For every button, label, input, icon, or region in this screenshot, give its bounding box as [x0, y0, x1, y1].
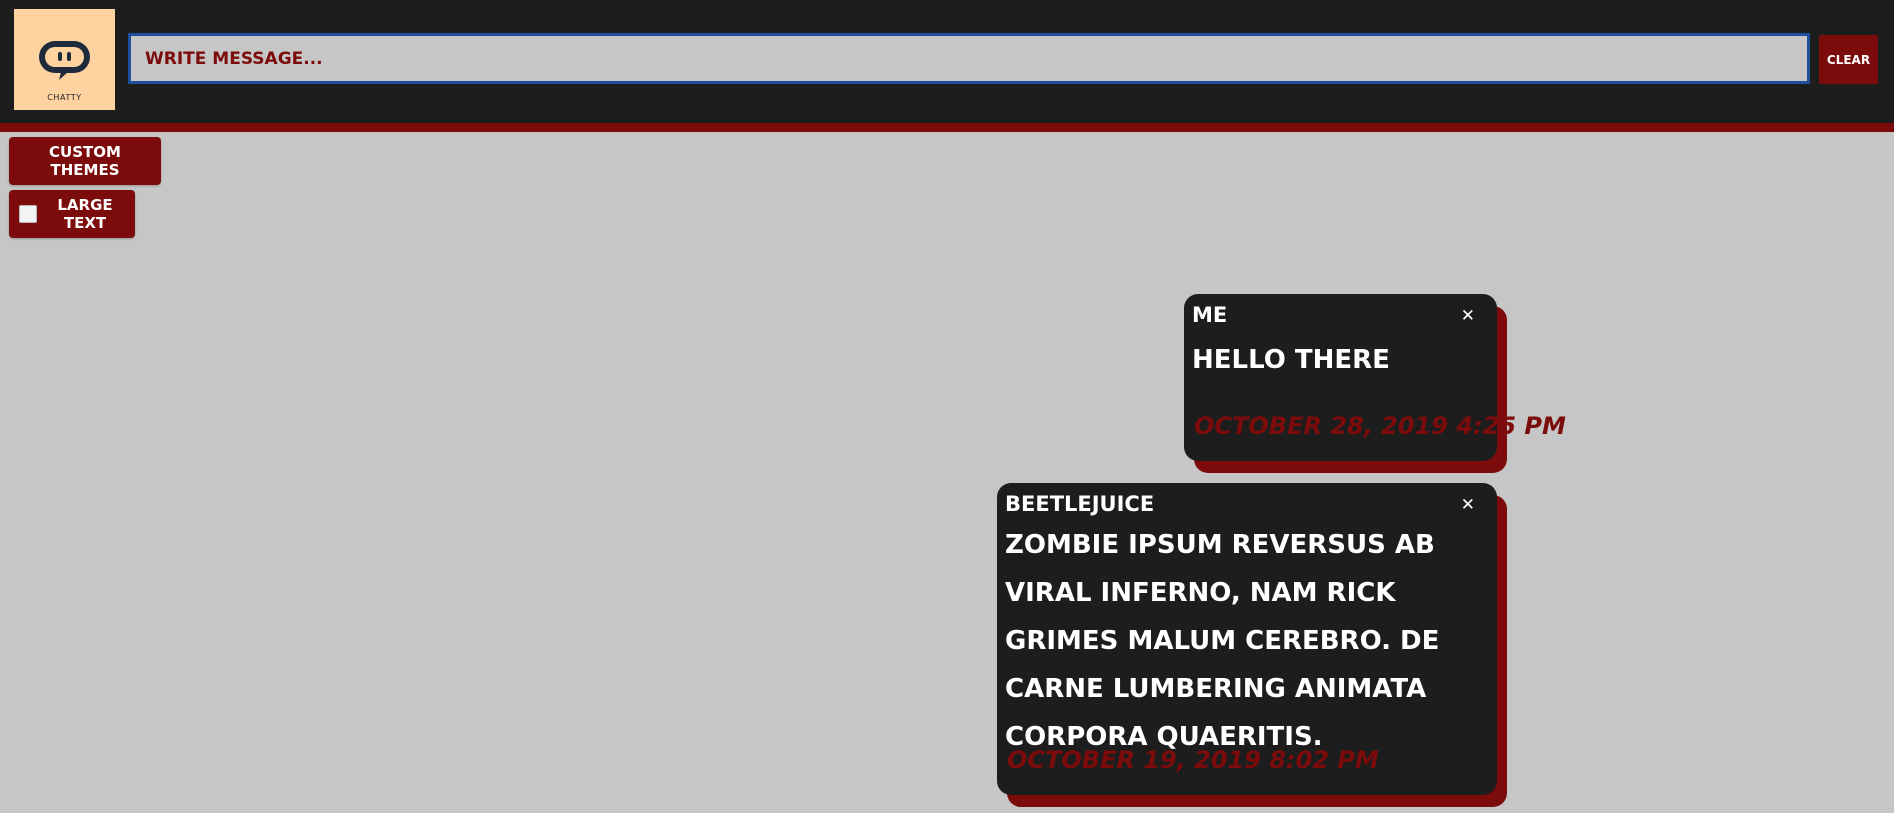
close-icon[interactable]: ✕ [1461, 495, 1475, 515]
message-sender: BEETLEJUICE [1005, 492, 1155, 516]
message-card-body: BEETLEJUICE ✕ ZOMBIE IPSUM REVERSUS AB V… [997, 483, 1497, 795]
message-card: ME ✕ HELLO THERE OCTOBER 28, 2019 4:25 P… [1184, 294, 1566, 473]
message-card: BEETLEJUICE ✕ ZOMBIE IPSUM REVERSUS AB V… [997, 483, 1507, 807]
message-timestamp: OCTOBER 19, 2019 8:02 PM [1007, 746, 1379, 774]
clear-button[interactable]: CLEAR [1819, 35, 1878, 84]
app-header: CHATTY CLEAR [0, 0, 1894, 132]
message-input[interactable] [128, 33, 1810, 84]
large-text-toggle[interactable]: LARGE TEXT [9, 190, 135, 238]
chat-bubble-icon [39, 41, 90, 80]
custom-themes-label: CUSTOM THEMES [49, 143, 121, 179]
app-logo[interactable]: CHATTY [14, 9, 115, 110]
message-card-body: ME ✕ HELLO THERE OCTOBER 28, 2019 4:25 P… [1184, 294, 1566, 461]
large-text-label: LARGE TEXT [57, 196, 113, 232]
logo-text: CHATTY [47, 93, 82, 102]
checkbox-icon[interactable] [19, 205, 37, 223]
message-text: ZOMBIE IPSUM REVERSUS AB VIRAL INFERNO, … [1005, 530, 1440, 752]
close-icon[interactable]: ✕ [1461, 306, 1475, 326]
message-timestamp: OCTOBER 28, 2019 4:25 PM [1194, 412, 1566, 440]
message-text: HELLO THERE [1192, 345, 1390, 375]
message-sender: ME [1192, 303, 1228, 327]
custom-themes-button[interactable]: CUSTOM THEMES [9, 137, 161, 185]
